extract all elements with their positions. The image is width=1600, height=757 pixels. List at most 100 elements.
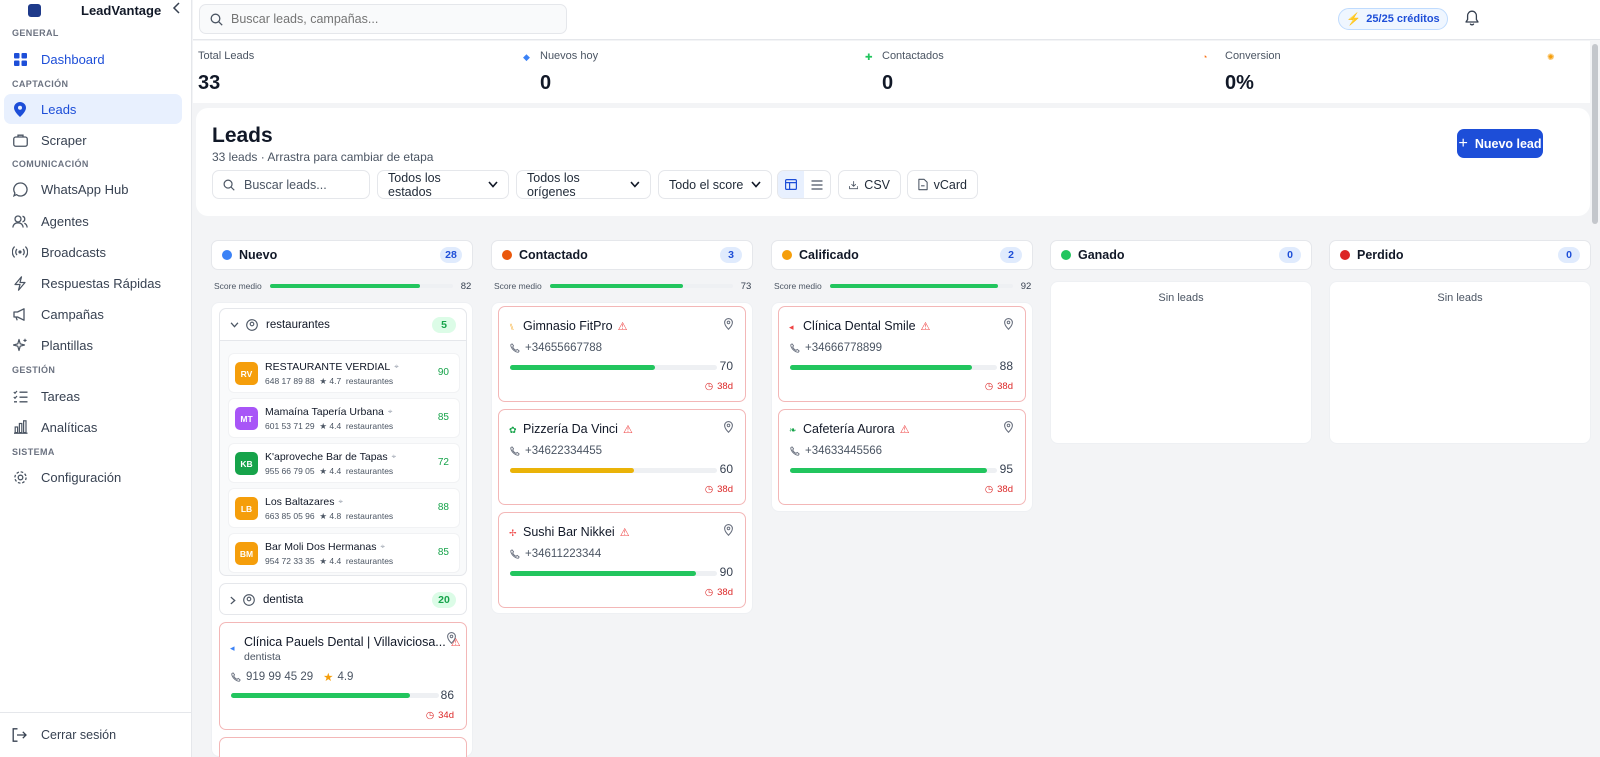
- lead-age: ◷ 34d: [426, 710, 454, 721]
- map-pin-icon[interactable]: [447, 632, 456, 644]
- map-pin-icon: ⌖: [338, 497, 343, 506]
- lead-card[interactable]: ◂ Clínica Dental Smile ⚠ +34666778899 88 ◷ 38d: [778, 306, 1026, 402]
- warning-icon: ⚠: [920, 320, 931, 333]
- stat-value: 0%: [1225, 72, 1254, 94]
- map-pin-icon[interactable]: [1004, 318, 1013, 330]
- sidebar-item-campanas[interactable]: Campañas: [4, 299, 182, 329]
- view-toggle: [777, 170, 831, 199]
- phone-icon: [790, 446, 800, 456]
- list-item[interactable]: BM Bar Moli Dos Hermanas ⌖ 954 72 33 35 ★ 4…: [228, 533, 460, 573]
- fork-icon: ✢: [509, 528, 517, 538]
- lead-name: Mamaína Tapería Urbana ⌖: [265, 406, 392, 418]
- grid-icon: [12, 51, 28, 67]
- scrollbar-thumb[interactable]: [1592, 44, 1598, 224]
- group-header[interactable]: dentista 20: [220, 584, 466, 616]
- list-item[interactable]: KB K'aproveche Bar de Tapas ⌖ 955 66 79 05 …: [228, 443, 460, 483]
- group-count-badge: 5: [432, 316, 456, 333]
- bell-icon[interactable]: [1465, 10, 1479, 26]
- score-medio-fill: [829, 284, 999, 288]
- lead-name-text: Los Baltazares: [265, 496, 335, 508]
- lead-card-partial[interactable]: [219, 737, 467, 757]
- logout-button[interactable]: Cerrar sesión: [0, 712, 192, 757]
- warning-icon: ⚠: [622, 423, 633, 436]
- lead-card[interactable]: ❧ Cafetería Aurora ⚠ +34633445566 95 ◷ 38d: [778, 409, 1026, 505]
- leads-search-placeholder: Buscar leads...: [244, 177, 327, 192]
- sidebar-item-dashboard[interactable]: Dashboard: [4, 44, 182, 74]
- column-header[interactable]: Calificado 2: [771, 240, 1033, 270]
- kanban-view-button[interactable]: [778, 171, 804, 198]
- list-item[interactable]: RV RESTAURANTE VERDIAL ⌖ 648 17 89 88 ★ 4.7…: [228, 353, 460, 393]
- chevron-down-icon: [630, 181, 640, 188]
- new-lead-button[interactable]: + Nuevo lead: [1457, 129, 1543, 158]
- stat-conversion: Conversion 0% ✺: [1220, 41, 1560, 103]
- export-csv-button[interactable]: CSV: [838, 170, 901, 199]
- lead-score-fill: [510, 365, 655, 370]
- lead-name: Bar Moli Dos Hermanas ⌖: [265, 541, 385, 553]
- filter-estado-select[interactable]: Todos los estados: [377, 170, 509, 199]
- map-pin-icon[interactable]: [1004, 421, 1013, 433]
- sidebar-item-broadcasts[interactable]: Broadcasts: [4, 237, 182, 267]
- lead-name-text: Sushi Bar Nikkei: [523, 525, 615, 539]
- list-item[interactable]: LB Los Baltazares ⌖ 663 85 05 96 ★ 4.8 rest…: [228, 488, 460, 528]
- stat-label: Total Leads: [198, 50, 255, 62]
- sidebar-item-whatsapp-hub[interactable]: WhatsApp Hub: [4, 174, 182, 204]
- column-header[interactable]: Perdido 0: [1329, 240, 1591, 270]
- credits-badge[interactable]: ⚡ 25/25 créditos: [1338, 8, 1448, 30]
- global-search-input[interactable]: [231, 12, 551, 26]
- status-dot: [1340, 250, 1350, 260]
- sidebar-item-plantillas[interactable]: Plantillas: [4, 330, 182, 360]
- filter-origen-select[interactable]: Todos los orígenes: [516, 170, 651, 199]
- sidebar-item-scraper[interactable]: Scraper: [4, 125, 182, 155]
- lead-score-fill: [790, 365, 973, 370]
- map-pin-icon[interactable]: [724, 318, 733, 330]
- lead-score-bar: [790, 365, 997, 370]
- lead-name: RESTAURANTE VERDIAL ⌖: [265, 361, 399, 373]
- group-header[interactable]: restaurantes 5: [220, 309, 466, 341]
- list-view-button[interactable]: [804, 171, 830, 198]
- lead-card[interactable]: ◂ Clínica Pauels Dental | Villaviciosa..…: [219, 622, 467, 730]
- kanban-icon: [785, 179, 797, 190]
- plus-icon: ✚: [865, 52, 873, 62]
- section-label-comunicacion: COMUNICACIÓN: [12, 159, 89, 169]
- sidebar-item-tareas[interactable]: Tareas: [4, 381, 182, 411]
- lead-category: dentista: [244, 651, 281, 663]
- lead-phone-number: +34622334455: [525, 445, 603, 457]
- bar-chart-icon: [12, 419, 28, 435]
- sidebar-item-label: Plantillas: [41, 337, 94, 353]
- column-name: Perdido: [1357, 248, 1404, 262]
- lead-phone: 954 72 33 35: [265, 556, 315, 566]
- column-header[interactable]: Nuevo 28: [211, 240, 473, 270]
- column-header[interactable]: Contactado 3: [491, 240, 753, 270]
- user-circle-icon: [243, 594, 255, 606]
- gear-icon: [12, 469, 28, 485]
- lead-meta: 954 72 33 35 ★ 4.4 restaurantes: [265, 556, 393, 567]
- collapse-sidebar-icon[interactable]: [172, 2, 182, 14]
- group-restaurantes: restaurantes 5 RV RESTAURANTE VERDIAL ⌖ 648…: [219, 308, 467, 576]
- lead-card[interactable]: ✿ Pizzería Da Vinci ⚠ +34622334455 60 ◷ 38d: [498, 409, 746, 505]
- lead-card[interactable]: ✢ Sushi Bar Nikkei ⚠ +34611223344 90 ◷ 38d: [498, 512, 746, 608]
- filter-score-select[interactable]: Todo el score: [658, 170, 772, 199]
- lead-rating: ★ 4.4: [319, 421, 342, 431]
- user-circle-icon: [246, 318, 258, 331]
- leads-search-input[interactable]: Buscar leads...: [212, 170, 370, 199]
- sidebar-item-configuracion[interactable]: Configuración: [4, 462, 182, 492]
- lead-score: 95: [999, 462, 1013, 476]
- map-pin-icon[interactable]: [724, 524, 733, 536]
- phone-icon: [231, 672, 241, 682]
- global-search[interactable]: [199, 4, 567, 34]
- brand-logo: [28, 3, 41, 17]
- phone-icon: [510, 549, 520, 559]
- lead-card[interactable]: ⑊ Gimnasio FitPro ⚠ +34655667788 70 ◷ 38d: [498, 306, 746, 402]
- chevron-right-icon: [230, 596, 236, 604]
- column-header[interactable]: Ganado 0: [1050, 240, 1312, 270]
- sidebar-item-agentes[interactable]: Agentes: [4, 206, 182, 236]
- export-vcard-button[interactable]: vCard: [907, 170, 978, 199]
- sidebar-item-respuestas-rapidas[interactable]: Respuestas Rápidas: [4, 268, 182, 298]
- sidebar-item-analiticas[interactable]: Analíticas: [4, 412, 182, 442]
- sidebar-item-leads[interactable]: Leads: [4, 94, 182, 124]
- list-item[interactable]: MT Mamaína Tapería Urbana ⌖ 601 53 71 29 ★ …: [228, 398, 460, 438]
- map-pin-icon[interactable]: [724, 421, 733, 433]
- lead-score-fill: [510, 571, 697, 576]
- column-count-badge: 28: [440, 247, 462, 263]
- brand[interactable]: LeadVantage: [28, 1, 161, 19]
